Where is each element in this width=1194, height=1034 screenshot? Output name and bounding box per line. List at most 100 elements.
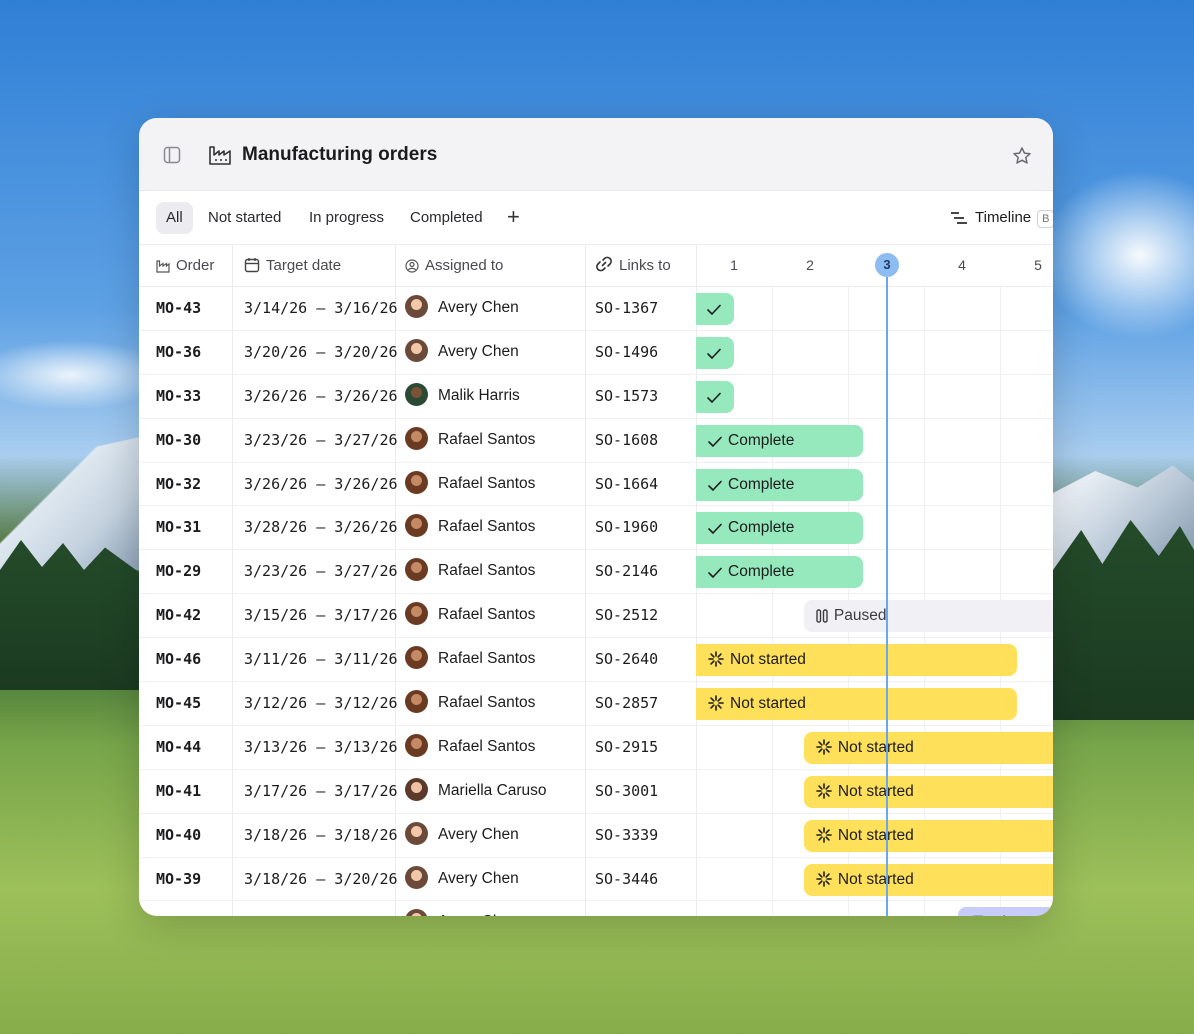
assignee[interactable]: Avery Chen xyxy=(405,858,519,900)
table-row[interactable]: MO-43 3/14/26 – 3/16/26 Avery Chen SO-13… xyxy=(139,287,1053,331)
linked-order[interactable]: SO-2512 xyxy=(595,594,658,636)
order-id[interactable]: MO-46 xyxy=(156,638,201,680)
table-row[interactable]: MO-30 3/23/26 – 3/27/26 Rafael Santos SO… xyxy=(139,419,1053,463)
tab-all[interactable]: All xyxy=(156,202,193,234)
assignee[interactable]: Rafael Santos xyxy=(405,638,535,680)
linked-order[interactable]: SO-1367 xyxy=(595,287,658,329)
linked-order[interactable]: SO-3339 xyxy=(595,814,658,856)
assignee[interactable]: Rafael Santos xyxy=(405,550,535,592)
table-row[interactable]: MO-36 3/20/26 – 3/20/26 Avery Chen SO-14… xyxy=(139,331,1053,375)
order-id[interactable]: MO-36 xyxy=(156,331,201,373)
sidebar-toggle-icon[interactable] xyxy=(163,146,181,164)
linked-order[interactable]: SO-1496 xyxy=(595,331,658,373)
order-id[interactable]: MO-42 xyxy=(156,594,201,636)
assignee[interactable]: Rafael Santos xyxy=(405,463,535,505)
order-id[interactable]: MO-33 xyxy=(156,375,201,417)
linked-order[interactable]: SO-2640 xyxy=(595,638,658,680)
order-id[interactable]: MO-45 xyxy=(156,682,201,724)
assignee-name: Avery Chen xyxy=(438,913,519,916)
order-id[interactable]: MO-39 xyxy=(156,858,201,900)
table-row[interactable]: MO-46 3/11/26 – 3/11/26 Rafael Santos SO… xyxy=(139,638,1053,683)
status-bar-notstarted[interactable]: Not started xyxy=(803,775,1053,808)
assignee[interactable]: Rafael Santos xyxy=(405,594,535,636)
tab-not-started[interactable]: Not started xyxy=(198,202,291,234)
linked-order[interactable]: SO-2857 xyxy=(595,682,658,724)
linked-order[interactable]: SO-3001 xyxy=(595,770,658,812)
status-bar-notstarted[interactable]: Not started xyxy=(803,819,1053,852)
status-bar-complete[interactable]: Complete xyxy=(696,512,864,545)
column-links-to[interactable]: Links to xyxy=(595,245,671,286)
order-id[interactable]: MO-31 xyxy=(156,506,201,548)
status-bar-paused[interactable]: Paused xyxy=(803,600,1053,633)
assignee[interactable]: Rafael Santos xyxy=(405,506,535,548)
tab-in-progress[interactable]: In progress xyxy=(299,202,394,234)
assignee[interactable]: Malik Harris xyxy=(405,375,520,417)
status-bar-complete[interactable] xyxy=(696,293,734,325)
linked-order[interactable]: SO-1664 xyxy=(595,463,658,505)
table-row[interactable]: MO-32 3/26/26 – 3/26/26 Rafael Santos SO… xyxy=(139,463,1053,507)
spinner-icon xyxy=(816,867,832,896)
linked-order[interactable]: SO-3446 xyxy=(595,858,658,900)
assignee[interactable]: Rafael Santos xyxy=(405,726,535,768)
order-id[interactable]: MO-29 xyxy=(156,550,201,592)
table-row[interactable]: MO-39 3/18/26 – 3/20/26 Avery Chen SO-34… xyxy=(139,858,1053,902)
table-row[interactable]: MO-45 3/12/26 – 3/12/26 Rafael Santos SO… xyxy=(139,682,1053,726)
column-target-date[interactable]: Target date xyxy=(244,245,341,286)
calendar-icon xyxy=(970,910,986,916)
table-row[interactable]: MO-29 3/23/26 – 3/27/26 Rafael Santos SO… xyxy=(139,550,1053,595)
linked-order[interactable]: SO-2146 xyxy=(595,550,658,592)
assignee[interactable]: Avery Chen xyxy=(405,287,519,329)
column-assigned-to[interactable]: Assigned to xyxy=(405,245,503,286)
assignee-name: Rafael Santos xyxy=(438,430,536,448)
status-bar-planned[interactable]: Planned xyxy=(958,907,1053,916)
status-label: Complete xyxy=(728,475,795,493)
tab-completed[interactable]: Completed xyxy=(400,202,493,234)
table-row[interactable]: MO-40 3/18/26 – 3/18/26 Avery Chen SO-33… xyxy=(139,814,1053,858)
order-id[interactable]: MO-43 xyxy=(156,287,201,329)
table-row[interactable]: MO-37 3/20/26 – 3/21/26 Avery Chen SO-35… xyxy=(139,901,1053,916)
add-tab-icon[interactable]: + xyxy=(507,206,525,228)
star-icon[interactable] xyxy=(1012,146,1032,166)
column-target-date-label: Target date xyxy=(266,257,342,274)
status-label: Complete xyxy=(728,431,795,449)
status-bar-complete[interactable] xyxy=(696,336,734,369)
status-bar-complete[interactable]: Complete xyxy=(696,468,864,501)
assignee[interactable]: Avery Chen xyxy=(405,901,519,916)
assignee[interactable]: Rafael Santos xyxy=(405,419,535,461)
linked-order[interactable]: SO-1960 xyxy=(595,506,658,548)
target-date: 3/23/26 – 3/27/26 xyxy=(244,430,398,449)
status-label: Not started xyxy=(837,738,914,756)
assignee[interactable]: Rafael Santos xyxy=(405,682,535,724)
order-id[interactable]: MO-41 xyxy=(156,770,201,812)
order-id[interactable]: MO-44 xyxy=(156,726,201,768)
table-row[interactable]: MO-33 3/26/26 – 3/26/26 Malik Harris SO-… xyxy=(139,375,1053,419)
status-bar-notstarted[interactable]: Not started xyxy=(803,731,1053,764)
linked-order[interactable]: SO-1573 xyxy=(595,375,658,417)
table-row[interactable]: MO-42 3/15/26 – 3/17/26 Rafael Santos SO… xyxy=(139,594,1053,639)
order-id[interactable]: MO-40 xyxy=(156,814,201,856)
order-id[interactable]: MO-32 xyxy=(156,463,201,505)
assignee[interactable]: Avery Chen xyxy=(405,331,519,373)
status-label: Complete xyxy=(728,563,795,581)
status-bar-notstarted[interactable]: Not started xyxy=(696,644,1017,677)
assignee[interactable]: Mariella Caruso xyxy=(405,770,547,812)
status-bar-complete[interactable] xyxy=(696,380,734,413)
table-row[interactable]: MO-44 3/13/26 – 3/13/26 Rafael Santos SO… xyxy=(139,726,1053,770)
status-bar-complete[interactable]: Complete xyxy=(696,424,864,457)
view-switcher-button[interactable]: Timeline B xyxy=(951,202,1053,234)
status-bar-complete[interactable]: Complete xyxy=(696,556,864,589)
timeline-icon xyxy=(951,212,967,224)
assignee-name: Avery Chen xyxy=(438,825,519,843)
table-row[interactable]: MO-31 3/28/26 – 3/26/26 Rafael Santos SO… xyxy=(139,506,1053,551)
column-order[interactable]: Order xyxy=(156,245,214,286)
linked-order[interactable]: SO-3560 xyxy=(595,901,658,916)
table-row[interactable]: MO-41 3/17/26 – 3/17/26 Mariella Caruso … xyxy=(139,770,1053,814)
order-id[interactable]: MO-37 xyxy=(156,901,201,916)
assignee[interactable]: Avery Chen xyxy=(405,814,519,856)
spinner-icon xyxy=(708,647,724,676)
linked-order[interactable]: SO-1608 xyxy=(595,419,658,461)
status-bar-notstarted[interactable]: Not started xyxy=(803,863,1053,896)
linked-order[interactable]: SO-2915 xyxy=(595,726,658,768)
order-id[interactable]: MO-30 xyxy=(156,419,201,461)
status-bar-notstarted[interactable]: Not started xyxy=(696,688,1017,721)
